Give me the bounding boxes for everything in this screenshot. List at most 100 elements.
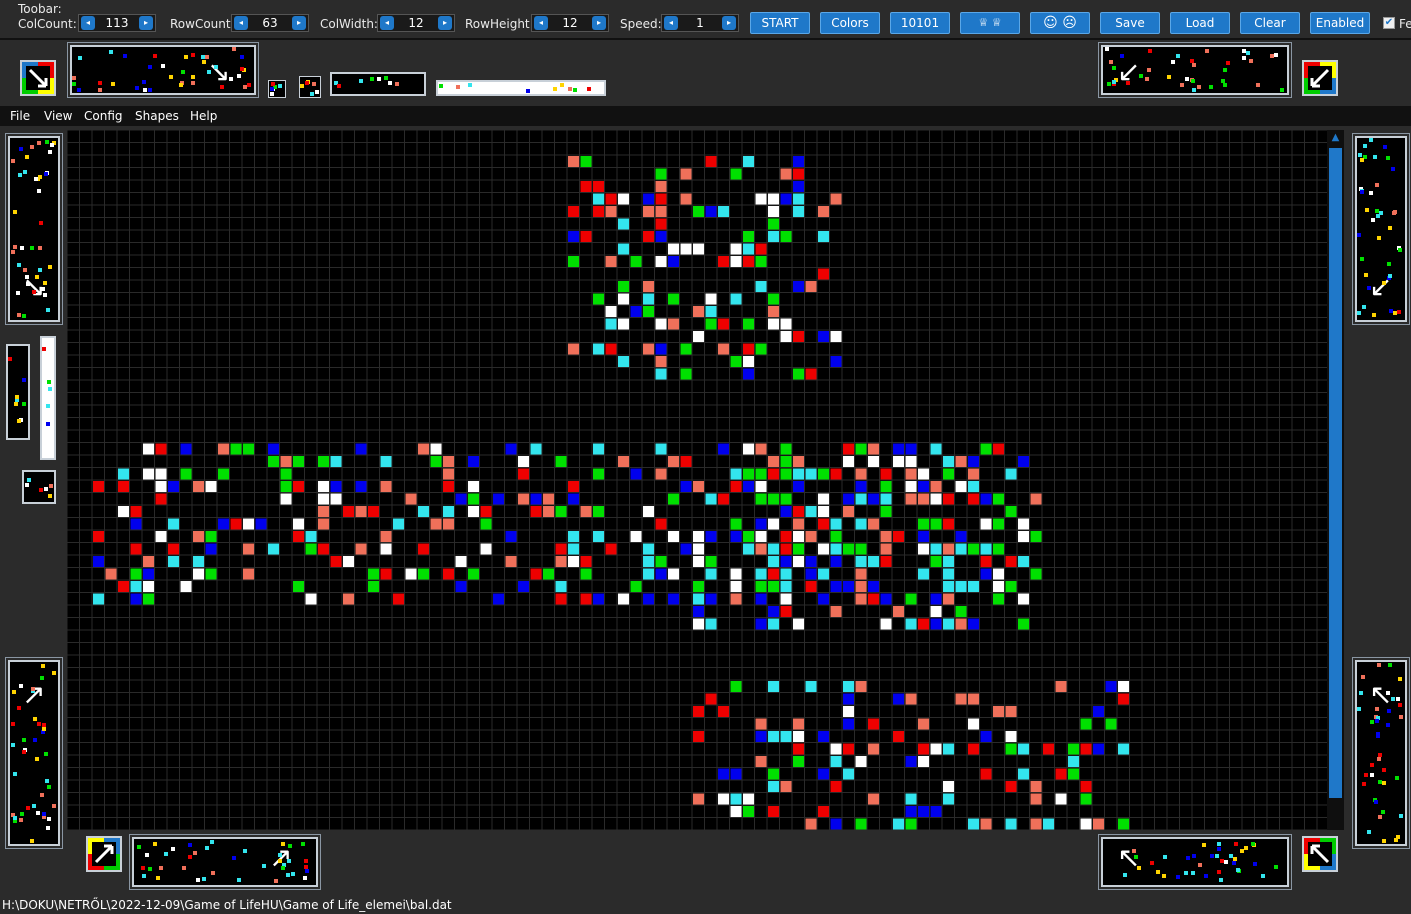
- rowheight-value[interactable]: 12: [550, 16, 590, 30]
- live-cell: [268, 443, 279, 455]
- menu-view[interactable]: View: [44, 109, 72, 123]
- live-cell: [843, 693, 854, 705]
- shape-cell: [384, 76, 388, 80]
- live-cell: [980, 443, 992, 455]
- live-cell: [718, 343, 729, 355]
- glider-nw-preview[interactable]: ↖: [1098, 834, 1292, 890]
- vertical-scrollbar[interactable]: ▲: [1327, 130, 1344, 830]
- live-cell: [143, 443, 154, 455]
- menu-help[interactable]: Help: [190, 109, 217, 123]
- save-button[interactable]: Save: [1100, 12, 1160, 34]
- live-cell: [368, 581, 379, 592]
- decrement-icon[interactable]: ◂: [380, 16, 394, 30]
- live-cell: [743, 468, 754, 480]
- shape-cell: [1371, 218, 1375, 222]
- live-cell: [255, 518, 267, 530]
- decrement-icon[interactable]: ◂: [81, 16, 95, 30]
- spaceship-shape-icon[interactable]: [330, 72, 426, 96]
- menu-config[interactable]: Config: [84, 109, 123, 123]
- glider-sw-icon[interactable]: [1302, 60, 1338, 96]
- feature-checkbox[interactable]: ✔: [1383, 17, 1395, 29]
- colcount-value[interactable]: 113: [97, 16, 137, 30]
- glider-se-icon[interactable]: [20, 60, 56, 96]
- faces-button[interactable]: ☺ ☹: [1030, 12, 1090, 34]
- menu-shapes[interactable]: Shapes: [135, 109, 179, 123]
- small-shape-icon[interactable]: [22, 470, 56, 504]
- shape-cell: [1217, 847, 1221, 851]
- glider-ne-icon[interactable]: [86, 836, 122, 872]
- decrement-icon[interactable]: ◂: [534, 16, 548, 30]
- live-cell: [1105, 718, 1117, 730]
- glider-se-preview[interactable]: ↘: [67, 42, 259, 98]
- increment-icon[interactable]: ▸: [722, 16, 736, 30]
- rowcount-stepper[interactable]: ◂ 63 ▸: [231, 14, 309, 32]
- shape-cell: [44, 172, 48, 176]
- menu-file[interactable]: File: [10, 109, 30, 123]
- live-cell: [768, 206, 779, 217]
- live-cell: [805, 468, 817, 480]
- life-grid-canvas[interactable]: [67, 130, 1327, 830]
- clear-button[interactable]: Clear: [1240, 12, 1300, 34]
- glider-sw-preview[interactable]: ↙: [1098, 42, 1292, 98]
- scroll-thumb[interactable]: [1329, 148, 1342, 798]
- decrement-icon[interactable]: ◂: [234, 16, 248, 30]
- enabled-button[interactable]: Enabled: [1310, 12, 1370, 34]
- increment-icon[interactable]: ▸: [438, 16, 452, 30]
- shape-cell: [22, 402, 26, 406]
- live-cell: [980, 518, 992, 530]
- live-cell: [693, 556, 704, 567]
- live-cell: [668, 318, 679, 330]
- vertical-color-strip[interactable]: [40, 336, 56, 460]
- live-cell: [643, 193, 654, 205]
- live-cell: [580, 181, 592, 192]
- live-cell: [730, 581, 742, 592]
- live-cell: [705, 618, 717, 630]
- colwidth-value[interactable]: 12: [396, 16, 436, 30]
- shape-cell: [568, 87, 572, 91]
- live-cell: [793, 156, 804, 167]
- shape-cell: [13, 245, 17, 249]
- rowheight-stepper[interactable]: ◂ 12 ▸: [531, 14, 609, 32]
- shape-cell: [123, 54, 127, 58]
- block-shape-icon[interactable]: [268, 80, 286, 98]
- rowcount-value[interactable]: 63: [250, 16, 290, 30]
- live-cell: [568, 556, 579, 567]
- colors-button[interactable]: Colors: [820, 12, 880, 34]
- colwidth-stepper[interactable]: ◂ 12 ▸: [377, 14, 455, 32]
- glider-ne-vertical-preview[interactable]: ↗: [5, 657, 63, 849]
- live-cell: [918, 756, 929, 767]
- speed-stepper[interactable]: ◂ 1 ▸: [661, 14, 739, 32]
- scroll-up-icon[interactable]: ▲: [1330, 132, 1341, 144]
- glider-sw-vertical-preview[interactable]: ↙: [1352, 133, 1410, 325]
- colcount-stepper[interactable]: ◂ 113 ▸: [78, 14, 156, 32]
- increment-icon[interactable]: ▸: [292, 16, 306, 30]
- shape-cell: [1223, 68, 1227, 72]
- shape-cell: [193, 851, 197, 855]
- glider-nw-vertical-preview[interactable]: ↖: [1352, 657, 1410, 849]
- shape-cell: [1389, 309, 1393, 313]
- life-grid[interactable]: [67, 130, 1327, 830]
- shape-cell: [1249, 59, 1253, 63]
- speed-value[interactable]: 1: [680, 16, 720, 30]
- shape-cell: [1386, 723, 1390, 727]
- glider-nw-icon[interactable]: [1302, 836, 1338, 872]
- increment-icon[interactable]: ▸: [139, 16, 153, 30]
- live-cell: [405, 568, 417, 580]
- glider-ne-preview[interactable]: ↗: [129, 834, 321, 890]
- shape-cell: [388, 81, 392, 85]
- cross-shape-icon[interactable]: [299, 76, 321, 98]
- glider-se-vertical-preview[interactable]: ↘: [5, 133, 63, 325]
- live-cell: [580, 506, 592, 517]
- decrement-icon[interactable]: ◂: [664, 16, 678, 30]
- crown-button[interactable]: ♕ ♕: [960, 12, 1020, 34]
- vertical-spaceship-icon[interactable]: [6, 344, 30, 440]
- shape-cell: [456, 85, 460, 89]
- increment-icon[interactable]: ▸: [592, 16, 606, 30]
- binary-button[interactable]: 10101: [890, 12, 950, 34]
- load-button[interactable]: Load: [1170, 12, 1230, 34]
- live-cell: [930, 606, 942, 617]
- live-cell: [968, 468, 979, 480]
- color-strip[interactable]: [436, 80, 606, 96]
- start-button[interactable]: START: [750, 12, 810, 34]
- live-cell: [768, 768, 779, 780]
